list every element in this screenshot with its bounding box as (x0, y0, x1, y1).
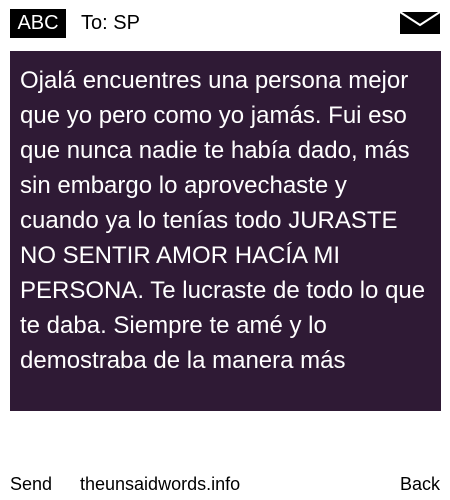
softkey-bar: Send theunsaidwords.info Back (0, 470, 450, 498)
site-label: theunsaidwords.info (80, 474, 241, 494)
back-button[interactable]: Back (400, 470, 440, 498)
message-body[interactable]: Ojalá encuentres una persona mejor que y… (10, 51, 441, 411)
message-text: Ojalá encuentres una persona mejor que y… (20, 67, 426, 374)
input-mode-indicator[interactable]: ABC (10, 9, 66, 38)
phone-screen: ABC To: SP Ojalá encuentres una persona … (0, 0, 450, 500)
message-header: ABC To: SP (0, 0, 450, 46)
send-button[interactable]: Send (10, 470, 52, 498)
recipient-field[interactable]: To: SP (81, 9, 140, 38)
envelope-icon (399, 11, 441, 34)
